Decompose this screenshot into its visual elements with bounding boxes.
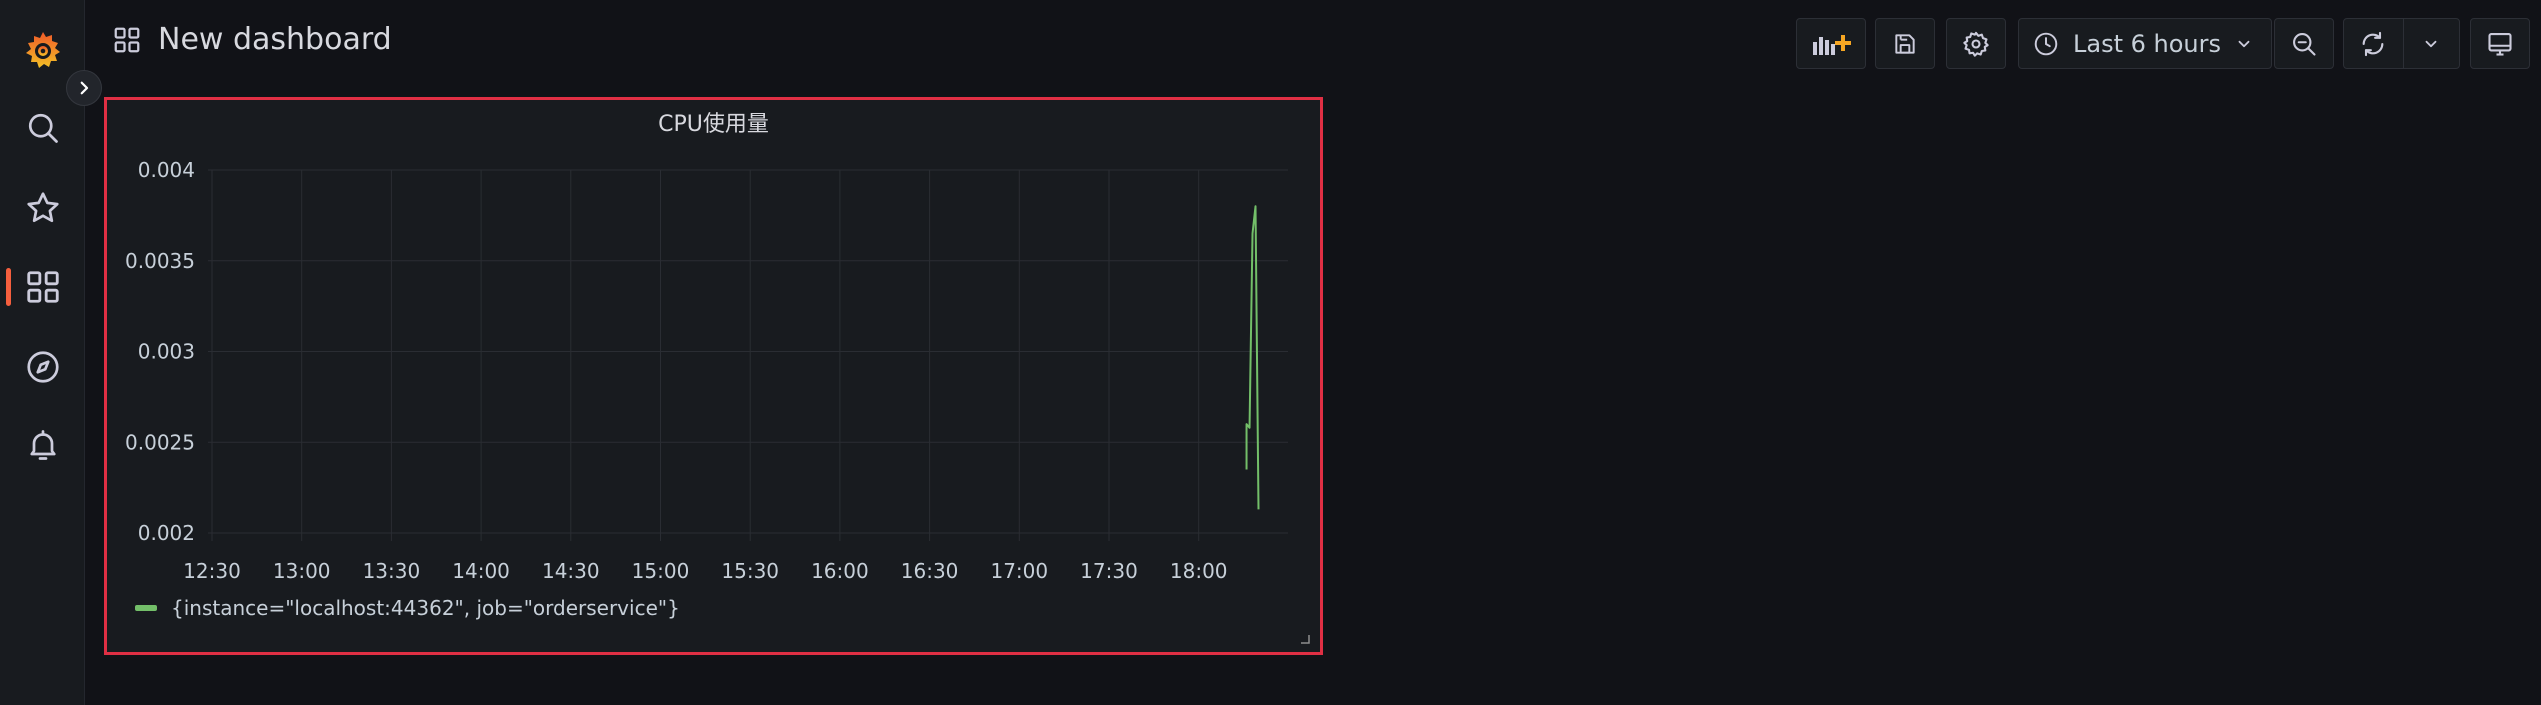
refresh-button-group xyxy=(2343,18,2460,69)
explore-compass-icon xyxy=(26,351,59,383)
sidebar-item-search[interactable] xyxy=(0,98,85,158)
alerting-bell-icon xyxy=(29,430,56,460)
x-tick-label: 15:00 xyxy=(632,559,690,580)
chevron-down-icon xyxy=(2426,40,2437,47)
y-tick-label: 0.0035 xyxy=(125,249,195,273)
grafana-logo-icon xyxy=(25,32,60,68)
y-tick-label: 0.004 xyxy=(138,158,195,182)
monitor-icon xyxy=(2488,32,2512,56)
add-panel-button[interactable] xyxy=(1796,18,1866,69)
legend-color-swatch xyxy=(135,605,157,611)
x-tick-label: 17:00 xyxy=(990,559,1048,580)
sidebar-item-dashboards[interactable] xyxy=(0,257,85,317)
x-tick-label: 18:00 xyxy=(1170,559,1228,580)
series-line xyxy=(1245,205,1260,510)
x-tick-label: 14:00 xyxy=(452,559,510,580)
x-tick-label: 15:30 xyxy=(721,559,779,580)
sidebar-item-starred[interactable] xyxy=(0,178,85,238)
cpu-usage-panel[interactable]: CPU使用量 0.004 0.0035 0.003 0.0025 0.002 12:30 1… xyxy=(104,97,1323,655)
save-icon xyxy=(1895,33,1915,54)
legend-series-label[interactable]: {instance="localhost:44362", job="orders… xyxy=(171,596,680,620)
refresh-dashboard-button[interactable] xyxy=(2344,19,2404,68)
settings-gear-icon xyxy=(1963,31,1989,57)
y-tick-label: 0.0025 xyxy=(125,430,195,454)
sidebar-item-alerting[interactable] xyxy=(0,415,85,475)
resize-handle-icon[interactable] xyxy=(1301,635,1310,644)
x-tick-label: 13:30 xyxy=(363,559,421,580)
x-tick-label: 17:30 xyxy=(1080,559,1138,580)
grafana-home-link[interactable] xyxy=(0,20,85,80)
chevron-down-icon xyxy=(2238,40,2250,47)
star-icon xyxy=(26,192,59,223)
zoom-out-button[interactable] xyxy=(2274,18,2334,69)
add-panel-icon xyxy=(1813,34,1851,55)
refresh-icon xyxy=(2363,31,2384,56)
time-range-picker[interactable]: Last 6 hours xyxy=(2018,18,2272,69)
dashboards-icon xyxy=(114,27,140,52)
zoom-out-icon xyxy=(2293,32,2316,56)
y-tick-label: 0.003 xyxy=(138,340,195,364)
x-tick-label: 12:30 xyxy=(183,559,241,580)
x-tick-label: 16:00 xyxy=(811,559,869,580)
sidebar xyxy=(0,0,85,705)
dashboard-navbar: New dashboard Last 6 hours xyxy=(86,0,2541,84)
save-dashboard-button[interactable] xyxy=(1875,18,1935,69)
dashboard-settings-button[interactable] xyxy=(1946,18,2006,69)
refresh-interval-dropdown[interactable] xyxy=(2404,19,2459,68)
x-tick-label: 14:30 xyxy=(542,559,600,580)
search-icon xyxy=(28,113,58,143)
dashboard-title-area[interactable]: New dashboard xyxy=(112,22,392,57)
chart-legend: {instance="localhost:44362", job="orders… xyxy=(135,596,680,620)
dashboards-icon xyxy=(26,271,59,303)
sidebar-item-explore[interactable] xyxy=(0,337,85,397)
x-tick-label: 16:30 xyxy=(901,559,959,580)
clock-icon xyxy=(2034,32,2058,55)
time-range-label: Last 6 hours xyxy=(2073,29,2221,58)
y-tick-label: 0.002 xyxy=(138,521,195,545)
tv-mode-button[interactable] xyxy=(2470,18,2530,69)
page-title[interactable]: New dashboard xyxy=(158,22,392,57)
x-tick-label: 13:00 xyxy=(273,559,331,580)
time-series-chart: 0.004 0.0035 0.003 0.0025 0.002 12:30 13:00 13:… xyxy=(125,158,1288,580)
